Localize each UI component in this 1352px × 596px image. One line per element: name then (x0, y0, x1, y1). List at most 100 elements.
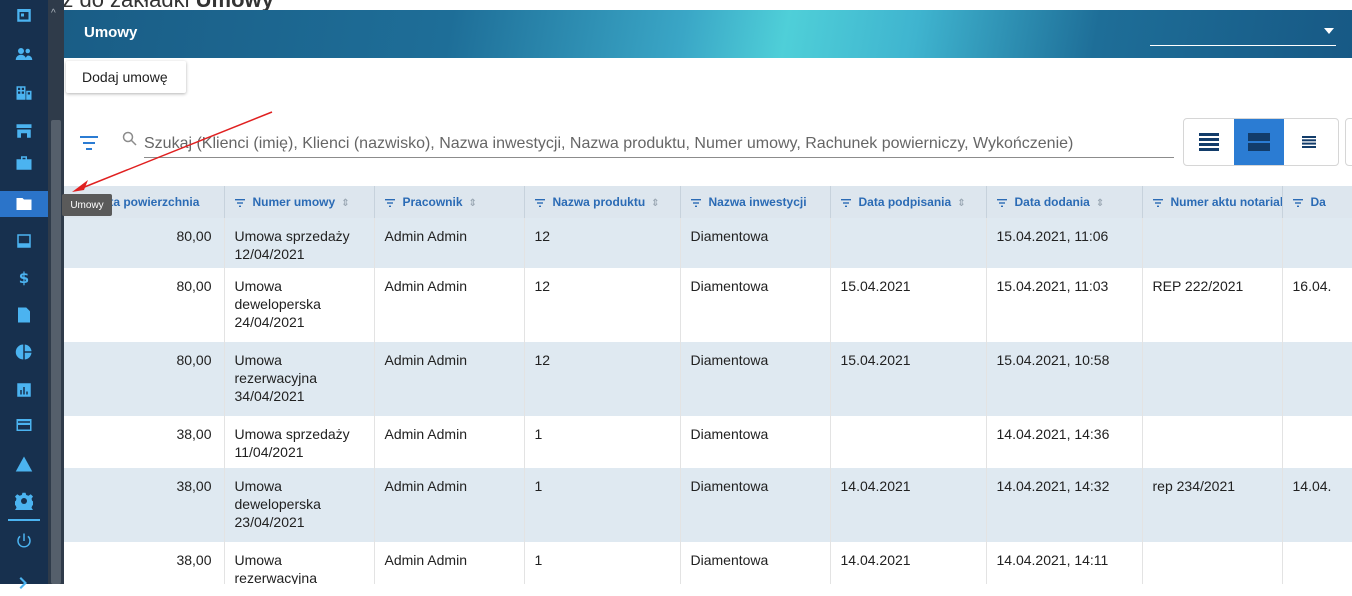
sidebar-expand[interactable] (0, 570, 48, 596)
table-row[interactable]: 80,00 Umowa rezerwacyjna 34/04/2021 Admi… (64, 342, 1352, 416)
column-label: Data dodania (1014, 195, 1090, 209)
sidebar-item-inbox[interactable] (0, 228, 48, 254)
table-row[interactable]: 38,00 Umowa rezerwacyjna Admin Admin 1 D… (64, 542, 1352, 584)
sidebar: $ (0, 0, 48, 589)
cell-added: 15.04.2021, 10:58 (986, 342, 1143, 416)
sidebar-item-briefcase[interactable] (0, 150, 48, 176)
sort-icon[interactable]: ⇕ (651, 198, 659, 209)
cell-number: Umowa deweloperska 23/04/2021 (224, 468, 375, 542)
dollar-icon: $ (19, 269, 29, 286)
sidebar-item-settings[interactable] (0, 488, 48, 514)
filter-icon[interactable] (1292, 198, 1303, 207)
filter-icon[interactable] (996, 198, 1007, 207)
power-icon (17, 533, 31, 548)
table-row[interactable]: 80,00 Umowa sprzedaży 12/04/2021 Admin A… (64, 218, 1352, 268)
scrollbar-thumb[interactable] (51, 120, 61, 584)
calendar-icon (17, 9, 31, 22)
filter-icon[interactable] (534, 198, 545, 207)
scroll-up-icon[interactable]: ^ (51, 8, 56, 19)
page-header: Umowy (64, 10, 1352, 58)
filter-icon[interactable] (840, 198, 851, 207)
cell-notary: rep 234/2021 (1142, 468, 1283, 542)
sort-icon[interactable]: ⇕ (957, 198, 965, 209)
cell-investment: Diamentowa (680, 416, 831, 468)
filter-icon[interactable] (384, 198, 395, 207)
filter-icon[interactable] (234, 198, 245, 207)
cell-notary (1142, 218, 1283, 268)
cell-product: 1 (524, 542, 681, 584)
table-row[interactable]: 38,00 Umowa deweloperska 23/04/2021 Admi… (64, 468, 1352, 542)
sidebar-item-calendar[interactable] (0, 2, 48, 28)
table-header-row: Całkowita powierzchnia Numer umowy ⇕ Prac… (64, 186, 1352, 218)
toolbar (64, 58, 1352, 100)
cell-number: Umowa sprzedaży 11/04/2021 (224, 416, 375, 468)
sidebar-item-buildings[interactable] (0, 80, 48, 106)
column-label: Numer aktu notarialnego (1170, 195, 1282, 209)
column-header-investment[interactable]: Nazwa inwestycji (680, 186, 831, 218)
column-header-signed[interactable]: Data podpisania ⇕ (830, 186, 987, 218)
column-header-product[interactable]: Nazwa produktu ⇕ (524, 186, 681, 218)
cell-investment: Diamentowa (680, 342, 831, 416)
sidebar-item-reports[interactable] (0, 339, 48, 365)
cell-signed: 14.04.2021 (830, 542, 987, 584)
sidebar-item-contracts[interactable] (0, 191, 48, 217)
sidebar-item-statistics[interactable] (0, 377, 48, 403)
table-row[interactable]: 80,00 Umowa deweloperska 24/04/2021 Admi… (64, 268, 1352, 342)
filter-icon[interactable] (80, 136, 98, 150)
pie-chart-icon (15, 344, 32, 360)
card-icon (16, 419, 32, 431)
users-icon (15, 48, 33, 60)
filter-icon[interactable] (690, 198, 701, 207)
view-density-toggle (1183, 118, 1339, 166)
sort-icon[interactable]: ⇕ (1096, 198, 1104, 209)
cell-investment: Diamentowa (680, 542, 831, 584)
sidebar-item-logout[interactable] (0, 528, 48, 554)
column-header-extra[interactable]: Da (1282, 186, 1352, 218)
folder-icon (16, 198, 32, 210)
cell-added: 14.04.2021, 14:36 (986, 416, 1143, 468)
cell-investment: Diamentowa (680, 268, 831, 342)
sort-icon[interactable]: ⇕ (341, 198, 349, 209)
table-row[interactable]: 38,00 Umowa sprzedaży 11/04/2021 Admin A… (64, 416, 1352, 468)
cell-number: Umowa deweloperska 24/04/2021 (224, 268, 375, 342)
filter-icon[interactable] (1152, 198, 1163, 207)
column-label: Pracownik (402, 195, 463, 209)
column-header-notary[interactable]: Numer aktu notarialnego (1142, 186, 1283, 218)
sort-icon[interactable]: ⇕ (469, 198, 477, 209)
cell-employee: Admin Admin (374, 416, 525, 468)
cell-notary (1142, 542, 1283, 584)
view-large-button[interactable] (1184, 119, 1234, 165)
store-icon (16, 124, 32, 138)
column-header-added[interactable]: Data dodania ⇕ (986, 186, 1143, 218)
inbox-icon (17, 234, 31, 248)
column-label: Nazwa produktu (552, 195, 646, 209)
column-header-employee[interactable]: Pracownik ⇕ (374, 186, 525, 218)
cell-product: 12 (524, 342, 681, 416)
warning-icon (15, 456, 33, 472)
chevron-down-icon[interactable] (1324, 28, 1334, 34)
header-select[interactable] (1150, 22, 1336, 46)
sidebar-item-payments[interactable]: $ (0, 264, 48, 290)
search-input[interactable] (144, 130, 1174, 158)
cell-investment: Diamentowa (680, 468, 831, 542)
page-title: Umowy (84, 24, 138, 41)
cell-employee: Admin Admin (374, 218, 525, 268)
sidebar-item-documents[interactable] (0, 302, 48, 328)
column-header-number[interactable]: Numer umowy ⇕ (224, 186, 375, 218)
sidebar-item-clients[interactable] (0, 41, 48, 67)
cell-product: 12 (524, 218, 681, 268)
sidebar-item-alerts[interactable] (0, 451, 48, 477)
cell-area: 38,00 (64, 542, 225, 584)
more-options-button[interactable] (1345, 118, 1352, 166)
add-contract-button[interactable]: Dodaj umowę (66, 61, 186, 93)
sidebar-item-cards[interactable] (0, 412, 48, 438)
sidebar-item-store[interactable] (0, 118, 48, 144)
cell-extra (1282, 542, 1352, 584)
sidebar-scrollbar[interactable]: ^ (48, 0, 64, 584)
view-medium-button[interactable] (1234, 119, 1284, 165)
view-compact-button[interactable] (1284, 119, 1334, 165)
document-icon (18, 307, 30, 323)
cell-extra (1282, 218, 1352, 268)
cell-added: 15.04.2021, 11:06 (986, 218, 1143, 268)
chevron-right-icon (19, 577, 27, 589)
